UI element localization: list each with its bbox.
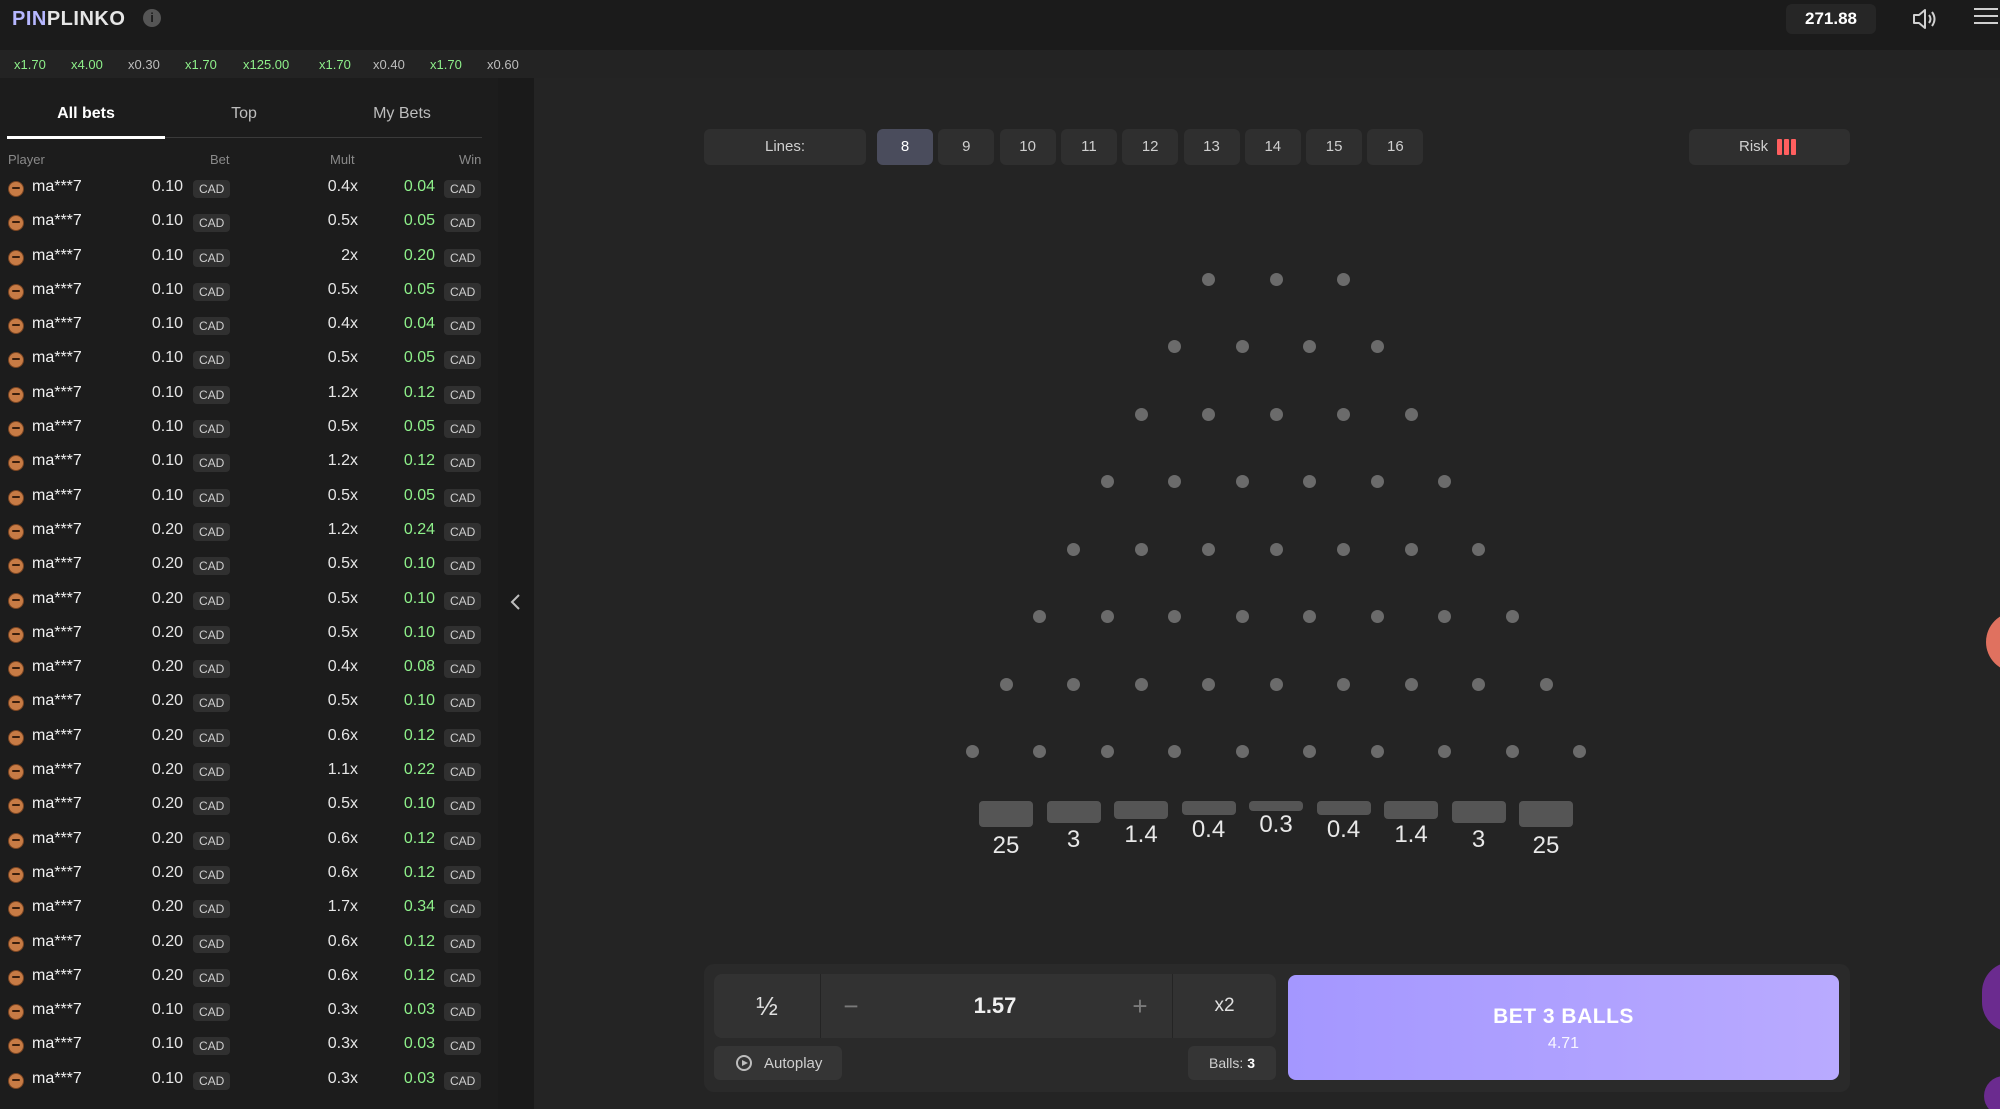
peg: [1168, 340, 1182, 353]
peg: [1370, 745, 1384, 758]
peg: [1337, 407, 1350, 421]
peg: [1303, 475, 1317, 488]
peg: [1472, 542, 1485, 556]
peg: [1100, 745, 1114, 758]
peg: [1202, 407, 1215, 421]
increase-bet-button[interactable]: +: [1124, 990, 1156, 1022]
peg: [1472, 677, 1485, 691]
peg: [1438, 475, 1452, 488]
peg: [965, 745, 979, 758]
peg: [1404, 542, 1418, 556]
autoplay-label: Autoplay: [764, 1055, 823, 1072]
multiplier-slot-value: 25: [1532, 832, 1560, 859]
bet-button-total: 4.71: [1547, 1035, 1580, 1052]
bet-balls-button[interactable]: BET 3 BALLS 4.71: [1288, 975, 1839, 1080]
multiplier-slot-value: 1.4: [1394, 821, 1428, 848]
peg: [1438, 610, 1452, 623]
multiplier-slot: [1384, 801, 1438, 819]
peg: [1134, 407, 1148, 421]
multiplier-slot: [1249, 801, 1303, 811]
peg: [1505, 745, 1519, 758]
decrease-bet-button[interactable]: −: [835, 990, 867, 1022]
peg: [1235, 340, 1249, 353]
peg: [1370, 475, 1384, 488]
peg: [1202, 542, 1215, 556]
peg: [1202, 677, 1215, 691]
peg: [1404, 677, 1418, 691]
multiplier-slot: [1181, 801, 1236, 815]
peg: [1033, 610, 1047, 623]
peg: [1067, 542, 1080, 556]
peg: [1235, 745, 1249, 758]
balls-selector[interactable]: Balls: 3: [1188, 1046, 1276, 1080]
plinko-board: [0, 0, 2000, 1109]
peg: [1100, 610, 1114, 623]
multiplier-slot: [1114, 801, 1168, 819]
peg: [1573, 745, 1587, 758]
peg: [1134, 677, 1148, 691]
peg: [1337, 677, 1350, 691]
peg: [1168, 610, 1182, 623]
half-bet-button[interactable]: ½: [714, 974, 820, 1038]
multiplier-slot-value: 25: [992, 832, 1020, 859]
peg: [999, 677, 1013, 691]
bet-button-label: BET 3 BALLS: [1493, 1005, 1634, 1028]
peg: [1303, 610, 1317, 623]
balls-label: Balls:: [1208, 1055, 1244, 1071]
peg: [1269, 407, 1283, 421]
peg: [1269, 677, 1283, 691]
multiplier-slot-value: 1.4: [1124, 821, 1158, 848]
multiplier-slot-value: 3: [1066, 826, 1081, 853]
multiplier-slot: [1316, 801, 1371, 815]
multiplier-slot: [1519, 801, 1573, 827]
peg: [1505, 610, 1519, 623]
multiplier-slot-value: 0.4: [1191, 816, 1226, 843]
peg: [1337, 542, 1350, 556]
bet-amount-input[interactable]: [900, 990, 1090, 1022]
peg: [1168, 745, 1182, 758]
multiplier-slot: [1046, 801, 1101, 823]
peg: [1269, 542, 1283, 556]
peg: [1370, 610, 1384, 623]
autoplay-button[interactable]: Autoplay: [714, 1046, 842, 1080]
double-bet-button[interactable]: x2: [1173, 974, 1276, 1038]
multiplier-slot: [979, 801, 1033, 827]
peg: [1539, 677, 1553, 691]
peg: [1303, 745, 1317, 758]
peg: [1438, 745, 1452, 758]
peg: [1404, 407, 1418, 421]
peg: [1067, 677, 1080, 691]
multiplier-slot-value: 3: [1471, 826, 1486, 853]
peg: [1202, 272, 1215, 286]
peg: [1337, 272, 1350, 286]
peg: [1269, 272, 1283, 286]
peg: [1303, 340, 1317, 353]
peg: [1370, 340, 1384, 353]
peg: [1168, 475, 1182, 488]
peg: [1134, 542, 1148, 556]
divider: [820, 974, 821, 1038]
multiplier-slot: [1451, 801, 1506, 823]
play-circle-icon: [736, 1055, 752, 1071]
balls-value: 3: [1247, 1055, 1256, 1071]
peg: [1033, 745, 1047, 758]
multiplier-slot-value: 0.3: [1259, 811, 1293, 838]
multiplier-slot-value: 0.4: [1326, 816, 1361, 843]
peg: [1100, 475, 1114, 488]
peg: [1235, 475, 1249, 488]
peg: [1235, 610, 1249, 623]
